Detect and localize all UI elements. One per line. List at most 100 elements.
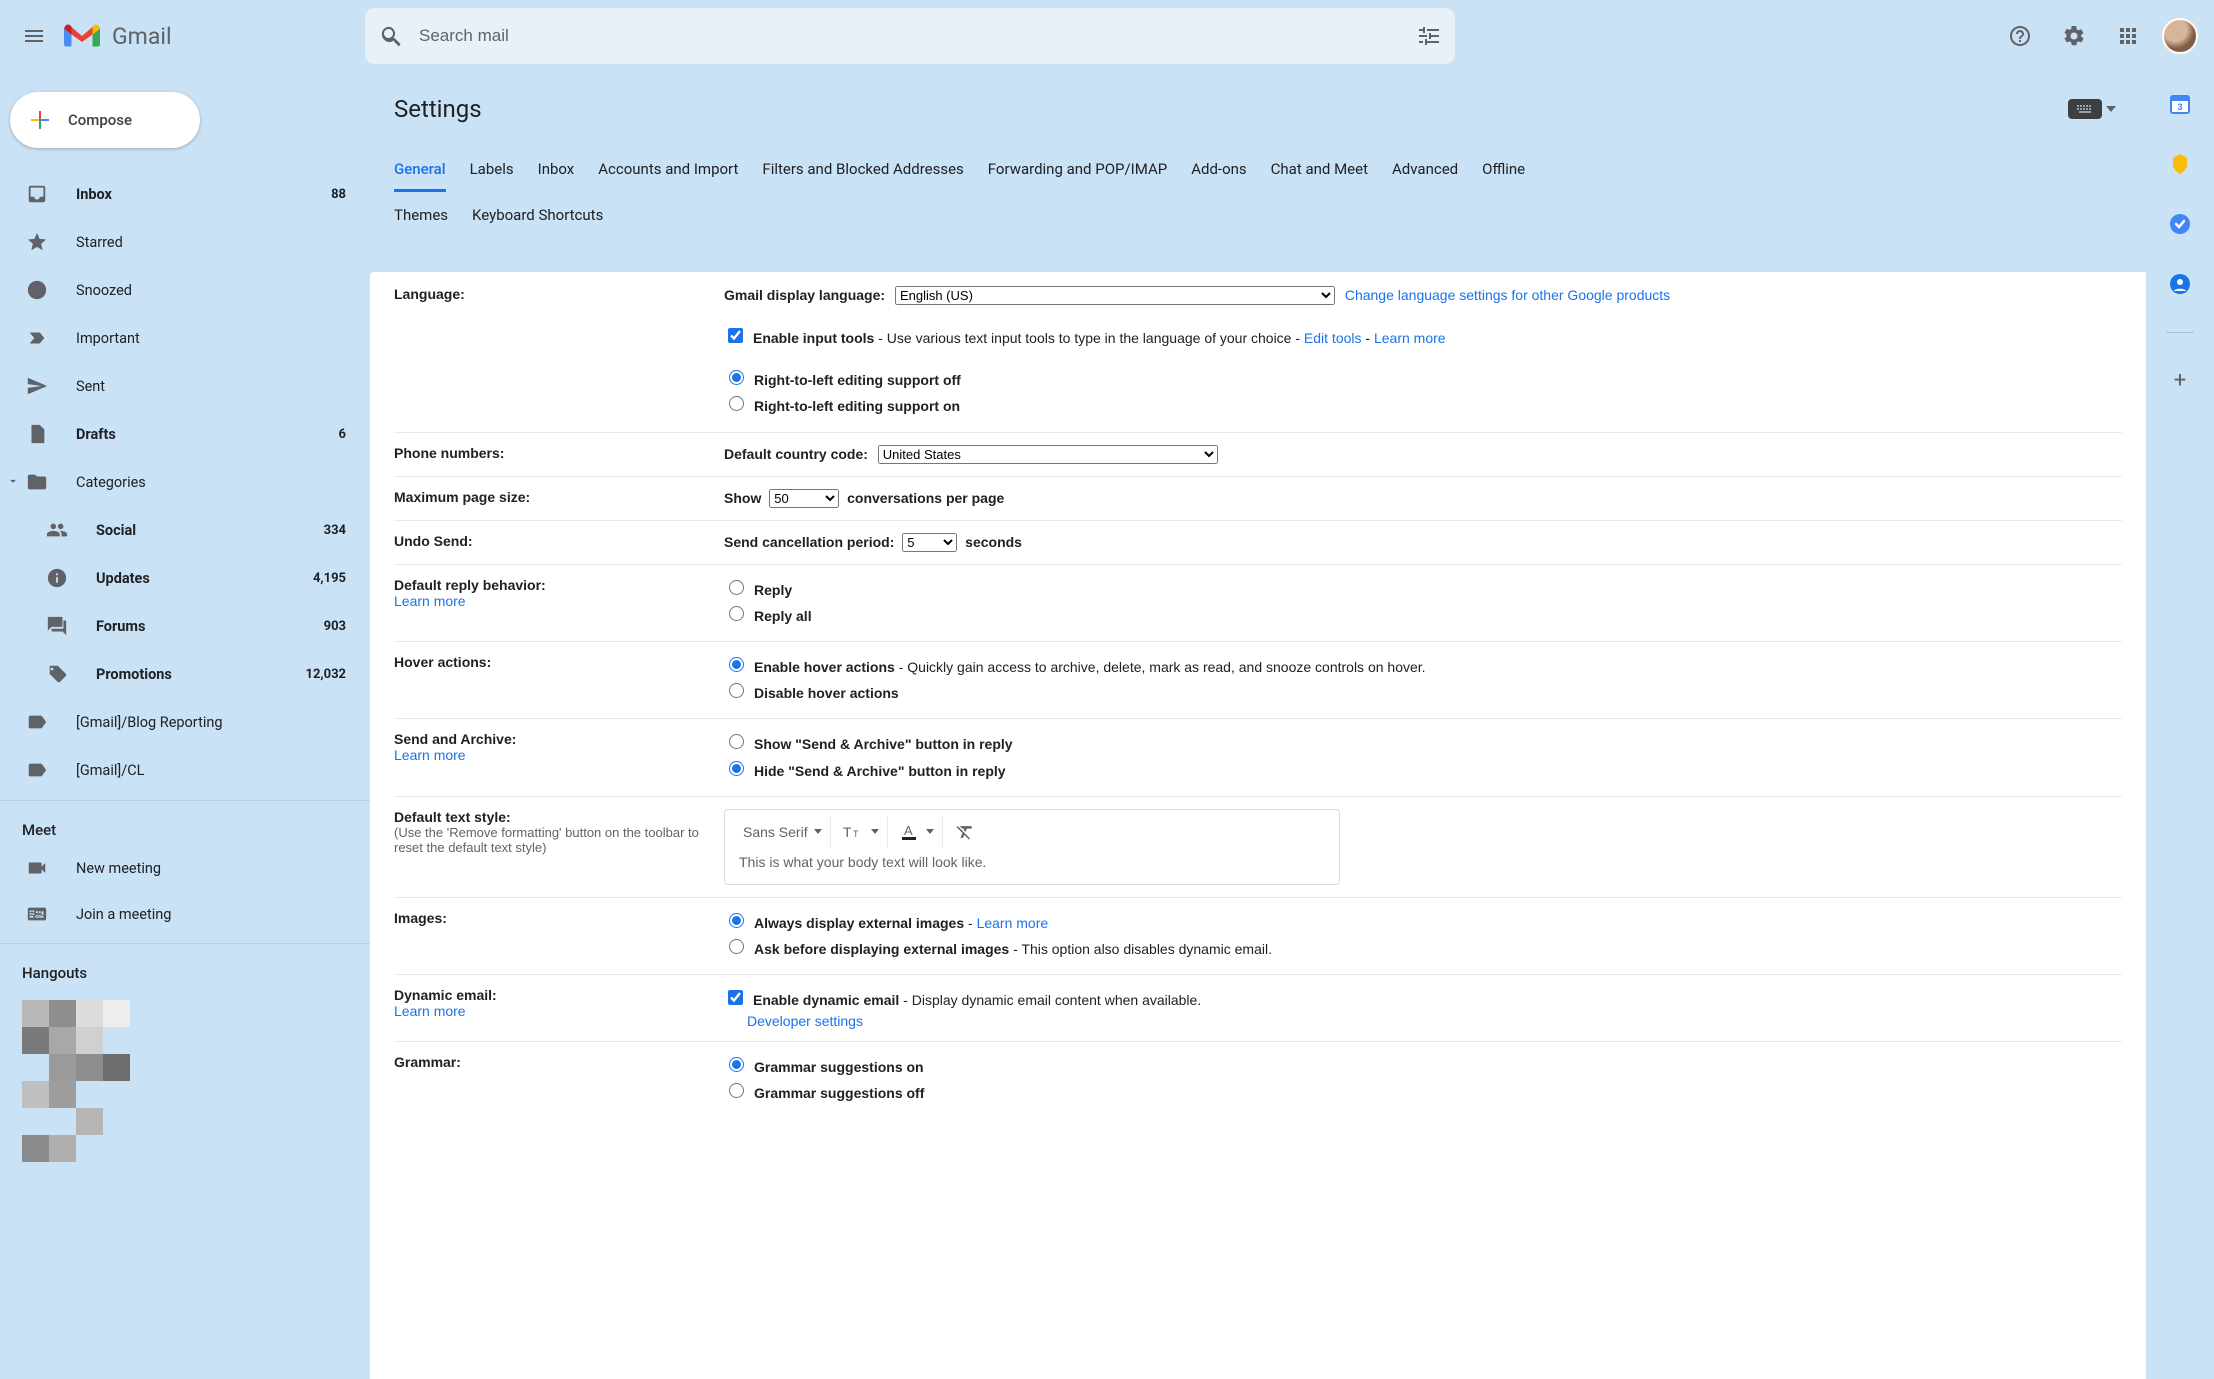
search-options-icon[interactable]	[1417, 24, 1441, 48]
language-select[interactable]: English (US)	[895, 286, 1335, 305]
sendarchive-learn-more-link[interactable]: Learn more	[394, 747, 708, 763]
remove-formatting-button[interactable]	[947, 816, 983, 848]
sidebar-label: Forums	[96, 618, 324, 635]
sendarchive-hide-radio[interactable]: Hide "Send & Archive" button in reply	[724, 758, 2122, 784]
font-size-button[interactable]: TT	[835, 816, 888, 848]
tab-inbox[interactable]: Inbox	[538, 146, 575, 192]
tasks-addon-icon[interactable]	[2168, 212, 2192, 236]
input-tools-learn-more-link[interactable]: Learn more	[1374, 330, 1446, 346]
reply-all-radio[interactable]: Reply all	[724, 603, 2122, 629]
sidebar-count: 12,032	[306, 667, 347, 682]
sidebar-label: Updates	[96, 570, 313, 587]
search-input[interactable]	[417, 25, 1417, 47]
support-button[interactable]	[2000, 16, 2040, 56]
pagesize-select[interactable]: 50	[769, 489, 839, 508]
tab-offline[interactable]: Offline	[1482, 146, 1525, 192]
dynamic-enable-checkbox[interactable]: Enable dynamic email - Display dynamic e…	[724, 987, 2122, 1013]
images-always-radio[interactable]: Always display external images - Learn m…	[724, 910, 2122, 936]
sidebar-item-categories[interactable]: Categories	[0, 458, 370, 506]
tab-accounts-and-import[interactable]: Accounts and Import	[598, 146, 738, 192]
account-avatar[interactable]	[2162, 18, 2198, 54]
sidebar-count: 88	[331, 187, 346, 202]
sidebar-item-sent[interactable]: Sent	[0, 362, 370, 410]
hover-disable-radio[interactable]: Disable hover actions	[724, 680, 2122, 706]
hover-enable-radio[interactable]: Enable hover actions - Quickly gain acce…	[724, 654, 2122, 680]
setting-reply-label: Default reply behavior:	[394, 577, 546, 593]
grammar-off-radio[interactable]: Grammar suggestions off	[724, 1080, 2122, 1106]
get-addons-button[interactable]: +	[2168, 369, 2192, 393]
sidebar-count: 4,195	[313, 571, 346, 586]
sidebar-item-snoozed[interactable]: Snoozed	[0, 266, 370, 314]
sidebar-label: Starred	[76, 234, 346, 251]
keyboard-icon	[2068, 99, 2102, 119]
grammar-on-radio[interactable]: Grammar suggestions on	[724, 1054, 2122, 1080]
images-learn-more-link[interactable]: Learn more	[977, 915, 1049, 931]
svg-text:3: 3	[2177, 102, 2182, 112]
gmail-wordmark: Gmail	[112, 23, 172, 50]
tab-labels[interactable]: Labels	[470, 146, 514, 192]
sidebar-item-important[interactable]: Important	[0, 314, 370, 362]
meet-join-meeting[interactable]: Join a meeting	[0, 891, 370, 937]
sidebar-label-cl[interactable]: [Gmail]/CL	[0, 746, 370, 794]
text-style-card: Sans Serif TT A	[724, 809, 1340, 885]
forums-icon	[46, 615, 68, 637]
video-icon	[26, 857, 48, 879]
settings-button[interactable]	[2054, 16, 2094, 56]
tab-general[interactable]: General	[394, 146, 446, 192]
enable-input-tools-checkbox[interactable]: Enable input tools - Use various text in…	[724, 325, 2122, 351]
sidebar-item-drafts[interactable]: Drafts 6	[0, 410, 370, 458]
tag-icon	[46, 663, 68, 685]
developer-settings-link[interactable]: Developer settings	[747, 1013, 863, 1029]
search-icon	[379, 24, 403, 48]
font-color-button[interactable]: A	[892, 816, 943, 848]
meet-new-meeting[interactable]: New meeting	[0, 845, 370, 891]
apps-button[interactable]	[2108, 16, 2148, 56]
undo-select[interactable]: 5	[902, 533, 957, 552]
font-family-button[interactable]: Sans Serif	[735, 816, 831, 848]
sidebar-cat-forums[interactable]: Forums 903	[0, 602, 370, 650]
main-menu-button[interactable]	[10, 12, 58, 60]
svg-text:A: A	[904, 823, 913, 838]
input-method-selector[interactable]	[2068, 99, 2116, 119]
calendar-addon-icon[interactable]: 3	[2168, 92, 2192, 116]
sendarchive-show-radio[interactable]: Show "Send & Archive" button in reply	[724, 731, 2122, 757]
sidebar-label: Drafts	[76, 426, 339, 443]
tab-add-ons[interactable]: Add-ons	[1191, 146, 1246, 192]
sidebar-cat-social[interactable]: Social 334	[0, 506, 370, 554]
tab-forwarding-and-pop-imap[interactable]: Forwarding and POP/IMAP	[988, 146, 1167, 192]
setting-textstyle-sub: (Use the 'Remove formatting' button on t…	[394, 825, 708, 855]
tab-keyboard-shortcuts[interactable]: Keyboard Shortcuts	[472, 192, 603, 238]
images-ask-radio[interactable]: Ask before displaying external images - …	[724, 936, 2122, 962]
sidebar-label: Sent	[76, 378, 346, 395]
rtl-on-radio[interactable]: Right-to-left editing support on	[724, 393, 2122, 419]
search-bar[interactable]	[365, 8, 1455, 64]
tab-themes[interactable]: Themes	[394, 192, 448, 238]
contacts-addon-icon[interactable]	[2168, 272, 2192, 296]
rtl-off-radio[interactable]: Right-to-left editing support off	[724, 367, 2122, 393]
hangouts-section-header: Hangouts	[0, 950, 370, 988]
sidebar-cat-updates[interactable]: Updates 4,195	[0, 554, 370, 602]
tab-chat-and-meet[interactable]: Chat and Meet	[1271, 146, 1368, 192]
reply-radio[interactable]: Reply	[724, 577, 2122, 603]
page-title: Settings	[394, 95, 2068, 123]
sidebar-label-blogrep[interactable]: [Gmail]/Blog Reporting	[0, 698, 370, 746]
sidebar-item-starred[interactable]: Starred	[0, 218, 370, 266]
pagesize-tail: conversations per page	[847, 490, 1004, 506]
sidebar-cat-promotions[interactable]: Promotions 12,032	[0, 650, 370, 698]
setting-hover-label: Hover actions:	[394, 654, 724, 706]
compose-button[interactable]: Compose	[10, 92, 200, 148]
tab-advanced[interactable]: Advanced	[1392, 146, 1458, 192]
tab-filters-and-blocked-addresses[interactable]: Filters and Blocked Addresses	[762, 146, 963, 192]
compose-plus-icon	[28, 108, 52, 132]
keep-addon-icon[interactable]	[2168, 152, 2192, 176]
change-language-link[interactable]: Change language settings for other Googl…	[1345, 287, 1670, 303]
gmail-m-icon	[62, 21, 102, 51]
people-icon	[46, 519, 68, 541]
dynamic-learn-more-link[interactable]: Learn more	[394, 1003, 708, 1019]
reply-learn-more-link[interactable]: Learn more	[394, 593, 708, 609]
chevron-down-icon	[871, 829, 879, 834]
sidebar-item-inbox[interactable]: Inbox 88	[0, 170, 370, 218]
country-code-select[interactable]: United States	[878, 445, 1218, 464]
gmail-logo[interactable]: Gmail	[62, 21, 172, 51]
edit-tools-link[interactable]: Edit tools	[1304, 330, 1362, 346]
